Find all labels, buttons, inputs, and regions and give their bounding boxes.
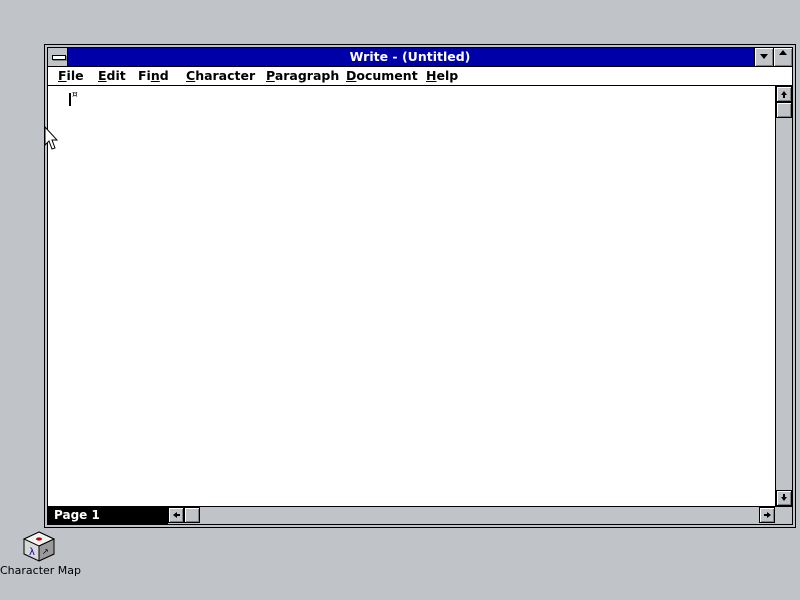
arrow-down-icon [781, 494, 787, 501]
minimize-icon [760, 54, 768, 59]
mouse-pointer-icon [44, 126, 58, 150]
write-window: Write - (Untitled) File Edit Find Charac… [44, 44, 796, 528]
maximize-button[interactable] [773, 48, 792, 66]
svg-text:λ: λ [29, 547, 35, 558]
scroll-down-button[interactable] [776, 490, 792, 506]
desktop-icon-label: Character Map [0, 564, 82, 577]
text-caret [69, 93, 71, 106]
arrow-up-icon [781, 91, 787, 98]
arrow-right-icon [764, 512, 771, 518]
window-title: Write - (Untitled) [349, 49, 471, 64]
scroll-right-button[interactable] [759, 507, 775, 523]
vertical-scrollbar[interactable] [775, 86, 792, 506]
horizontal-scroll-thumb[interactable] [184, 507, 200, 523]
title-bar[interactable]: Write - (Untitled) [48, 48, 792, 67]
page-indicator: Page 1 [48, 507, 168, 524]
scroll-up-button[interactable] [776, 86, 792, 102]
desktop-icon-character-map[interactable]: λ ↗ Character Map [0, 530, 82, 580]
status-bar: Page 1 [48, 506, 792, 524]
end-of-document-mark: ¤ [72, 90, 78, 100]
desktop: Write - (Untitled) File Edit Find Charac… [0, 0, 800, 600]
system-menu-button[interactable] [48, 48, 68, 66]
system-menu-icon [52, 55, 66, 60]
horizontal-scrollbar[interactable] [168, 507, 775, 524]
vertical-scroll-thumb[interactable] [776, 102, 792, 118]
menu-edit[interactable]: Edit [96, 68, 128, 84]
character-map-icon: λ ↗ [22, 531, 56, 562]
arrow-left-icon [173, 512, 180, 518]
document-text-area[interactable]: ¤ [48, 86, 775, 506]
scroll-left-button[interactable] [168, 507, 184, 523]
maximize-icon [779, 50, 787, 55]
minimize-button[interactable] [754, 48, 773, 66]
menu-document[interactable]: Document [344, 68, 420, 84]
menu-character[interactable]: Character [184, 68, 257, 84]
menu-bar: File Edit Find Character Paragraph Docum… [48, 67, 792, 86]
menu-paragraph[interactable]: Paragraph [264, 68, 341, 84]
menu-help[interactable]: Help [424, 68, 460, 84]
menu-find[interactable]: Find [136, 68, 171, 84]
menu-file[interactable]: File [56, 68, 86, 84]
svg-text:↗: ↗ [42, 547, 49, 556]
scroll-corner [775, 507, 792, 524]
window-frame: Write - (Untitled) File Edit Find Charac… [47, 47, 793, 525]
